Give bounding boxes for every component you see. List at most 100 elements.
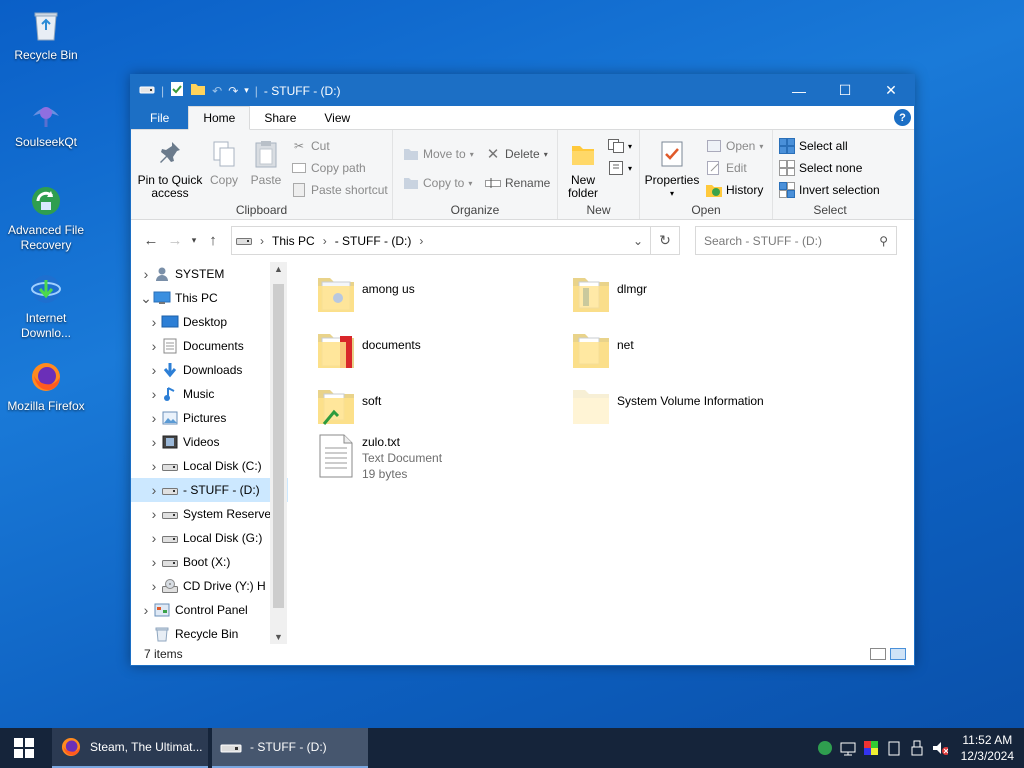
- chevron-down-icon[interactable]: ⌄: [139, 290, 153, 307]
- chevron-right-icon[interactable]: ›: [147, 314, 161, 330]
- nav-item-cd-drive-y-h[interactable]: › CD Drive (Y:) H: [131, 574, 288, 598]
- chevron-right-icon[interactable]: ›: [147, 338, 161, 354]
- chevron-right-icon[interactable]: ›: [139, 266, 153, 282]
- clipboard-tray-icon[interactable]: [886, 740, 902, 756]
- details-view-icon[interactable]: [870, 647, 886, 660]
- new-item-button[interactable]: ▾: [608, 138, 632, 154]
- nav-item-stuff-d[interactable]: › - STUFF - (D:): [131, 478, 288, 502]
- properties-quick-icon[interactable]: [170, 81, 184, 100]
- desktop-icon-firefox[interactable]: Mozilla Firefox: [2, 359, 90, 414]
- start-button[interactable]: [0, 728, 48, 768]
- breadcrumb-stuff-drive[interactable]: - STUFF - (D:): [335, 234, 412, 248]
- close-button[interactable]: ✕: [868, 75, 914, 106]
- nav-item-downloads[interactable]: › Downloads: [131, 358, 288, 382]
- network-icon[interactable]: [840, 740, 856, 756]
- properties-button[interactable]: Properties ▾: [644, 138, 700, 200]
- desktop-icon-internet-download-manager[interactable]: Internet Downlo...: [2, 271, 90, 341]
- breadcrumb-separator-icon[interactable]: ›: [419, 234, 423, 248]
- paste-shortcut-button[interactable]: Paste shortcut: [291, 182, 388, 198]
- file-item-soft[interactable]: soft: [316, 384, 381, 428]
- volume-muted-icon[interactable]: [932, 740, 948, 756]
- redo-icon[interactable]: ↷: [228, 84, 238, 98]
- edit-button[interactable]: Edit: [706, 160, 747, 176]
- navigation-scrollbar[interactable]: ▲ ▼: [270, 262, 287, 644]
- undo-icon[interactable]: ↶: [212, 84, 222, 98]
- nav-item-pictures[interactable]: › Pictures: [131, 406, 288, 430]
- nav-item-local-disk-g[interactable]: › Local Disk (G:): [131, 526, 288, 550]
- nav-item-desktop[interactable]: › Desktop: [131, 310, 288, 334]
- chevron-right-icon[interactable]: ›: [147, 506, 161, 522]
- history-button[interactable]: History: [706, 182, 763, 198]
- move-to-button[interactable]: Move to ▾: [403, 146, 474, 162]
- copy-path-button[interactable]: Copy path: [291, 160, 366, 176]
- title-bar[interactable]: | ↶ ↷ ▾ | - STUFF - (D:) — ☐ ✕: [131, 75, 914, 106]
- nav-item-boot-x[interactable]: › Boot (X:): [131, 550, 288, 574]
- file-item-net[interactable]: net: [571, 328, 634, 372]
- new-folder-button[interactable]: New folder: [562, 138, 604, 200]
- delete-button[interactable]: ✕ Delete ▾: [485, 146, 548, 163]
- new-folder-quick-icon[interactable]: [190, 82, 206, 99]
- copy-to-button[interactable]: Copy to ▾: [403, 175, 472, 191]
- chevron-right-icon[interactable]: ›: [147, 482, 161, 498]
- chevron-right-icon[interactable]: ›: [147, 530, 161, 546]
- tab-file[interactable]: File: [131, 106, 189, 129]
- file-item-system-volume-information[interactable]: System Volume Information: [571, 384, 764, 428]
- nav-item-this-pc[interactable]: ⌄ This PC: [131, 286, 288, 310]
- customize-chevron-icon[interactable]: ▾: [244, 85, 249, 96]
- select-all-button[interactable]: Select all: [779, 138, 848, 154]
- usb-icon[interactable]: [909, 740, 925, 756]
- breadcrumb-this-pc[interactable]: This PC: [272, 234, 315, 248]
- nav-item-recycle-bin[interactable]: Recycle Bin: [131, 622, 288, 644]
- nav-item-videos[interactable]: › Videos: [131, 430, 288, 454]
- invert-selection-button[interactable]: Invert selection: [779, 182, 880, 198]
- chevron-right-icon[interactable]: ›: [147, 578, 161, 594]
- recent-locations-chevron-icon[interactable]: ▾: [187, 235, 201, 246]
- tab-home[interactable]: Home: [188, 106, 251, 130]
- nav-item-documents[interactable]: › Documents: [131, 334, 288, 358]
- up-arrow-icon[interactable]: ↑: [201, 232, 225, 249]
- desktop-icon-advanced-file-recovery[interactable]: Advanced File Recovery: [2, 183, 90, 253]
- breadcrumb-separator-icon[interactable]: ›: [260, 234, 264, 248]
- large-icons-view-icon[interactable]: [890, 647, 906, 660]
- nav-item-system[interactable]: › SYSTEM: [131, 262, 288, 286]
- select-none-button[interactable]: Select none: [779, 160, 862, 176]
- back-arrow-icon[interactable]: ←: [139, 232, 163, 249]
- taskbar-app-explorer[interactable]: - STUFF - (D:): [212, 728, 368, 768]
- desktop-icon-soulseek[interactable]: SoulseekQt: [2, 95, 90, 150]
- tab-view[interactable]: View: [310, 106, 364, 129]
- pin-to-quick-access-button[interactable]: Pin to Quick access: [137, 138, 203, 200]
- file-item-dlmgr[interactable]: dlmgr: [571, 272, 647, 316]
- minimize-button[interactable]: —: [776, 75, 822, 106]
- chevron-right-icon[interactable]: ›: [147, 410, 161, 426]
- help-icon[interactable]: ?: [894, 109, 911, 126]
- search-input[interactable]: Search - STUFF - (D:) ⚲: [695, 226, 897, 255]
- breadcrumb-separator-icon[interactable]: ›: [323, 234, 327, 248]
- desktop-icon-recycle-bin[interactable]: Recycle Bin: [2, 8, 90, 63]
- address-bar[interactable]: › This PC › - STUFF - (D:) › ⌄: [231, 226, 651, 255]
- cut-button[interactable]: ✂ Cut: [291, 138, 330, 154]
- chevron-right-icon[interactable]: ›: [147, 458, 161, 474]
- address-dropdown-chevron-icon[interactable]: ⌄: [626, 234, 650, 248]
- maximize-button[interactable]: ☐: [822, 75, 868, 106]
- color-app-tray-icon[interactable]: [863, 740, 879, 756]
- easy-access-button[interactable]: ▾: [608, 160, 632, 176]
- chevron-right-icon[interactable]: ›: [147, 434, 161, 450]
- file-item-among-us[interactable]: among us: [316, 272, 415, 316]
- tab-share[interactable]: Share: [250, 106, 310, 129]
- rename-button[interactable]: Rename: [485, 175, 550, 191]
- copy-button[interactable]: Copy: [205, 138, 243, 187]
- file-recovery-tray-icon[interactable]: [817, 740, 833, 756]
- chevron-right-icon[interactable]: ›: [147, 386, 161, 402]
- refresh-button[interactable]: ↻: [651, 226, 680, 255]
- scrollbar-thumb[interactable]: [273, 284, 284, 608]
- taskbar-app-firefox[interactable]: Steam, The Ultimat...: [52, 728, 208, 768]
- scroll-down-arrow-icon[interactable]: ▼: [270, 632, 287, 642]
- nav-item-system-reserve[interactable]: › System Reserve: [131, 502, 288, 526]
- chevron-right-icon[interactable]: ›: [147, 554, 161, 570]
- nav-item-local-disk-c[interactable]: › Local Disk (C:): [131, 454, 288, 478]
- paste-button[interactable]: Paste: [247, 138, 285, 187]
- chevron-right-icon[interactable]: ›: [139, 602, 153, 618]
- open-button[interactable]: Open ▾: [706, 138, 763, 154]
- scroll-up-arrow-icon[interactable]: ▲: [270, 264, 287, 274]
- nav-item-music[interactable]: › Music: [131, 382, 288, 406]
